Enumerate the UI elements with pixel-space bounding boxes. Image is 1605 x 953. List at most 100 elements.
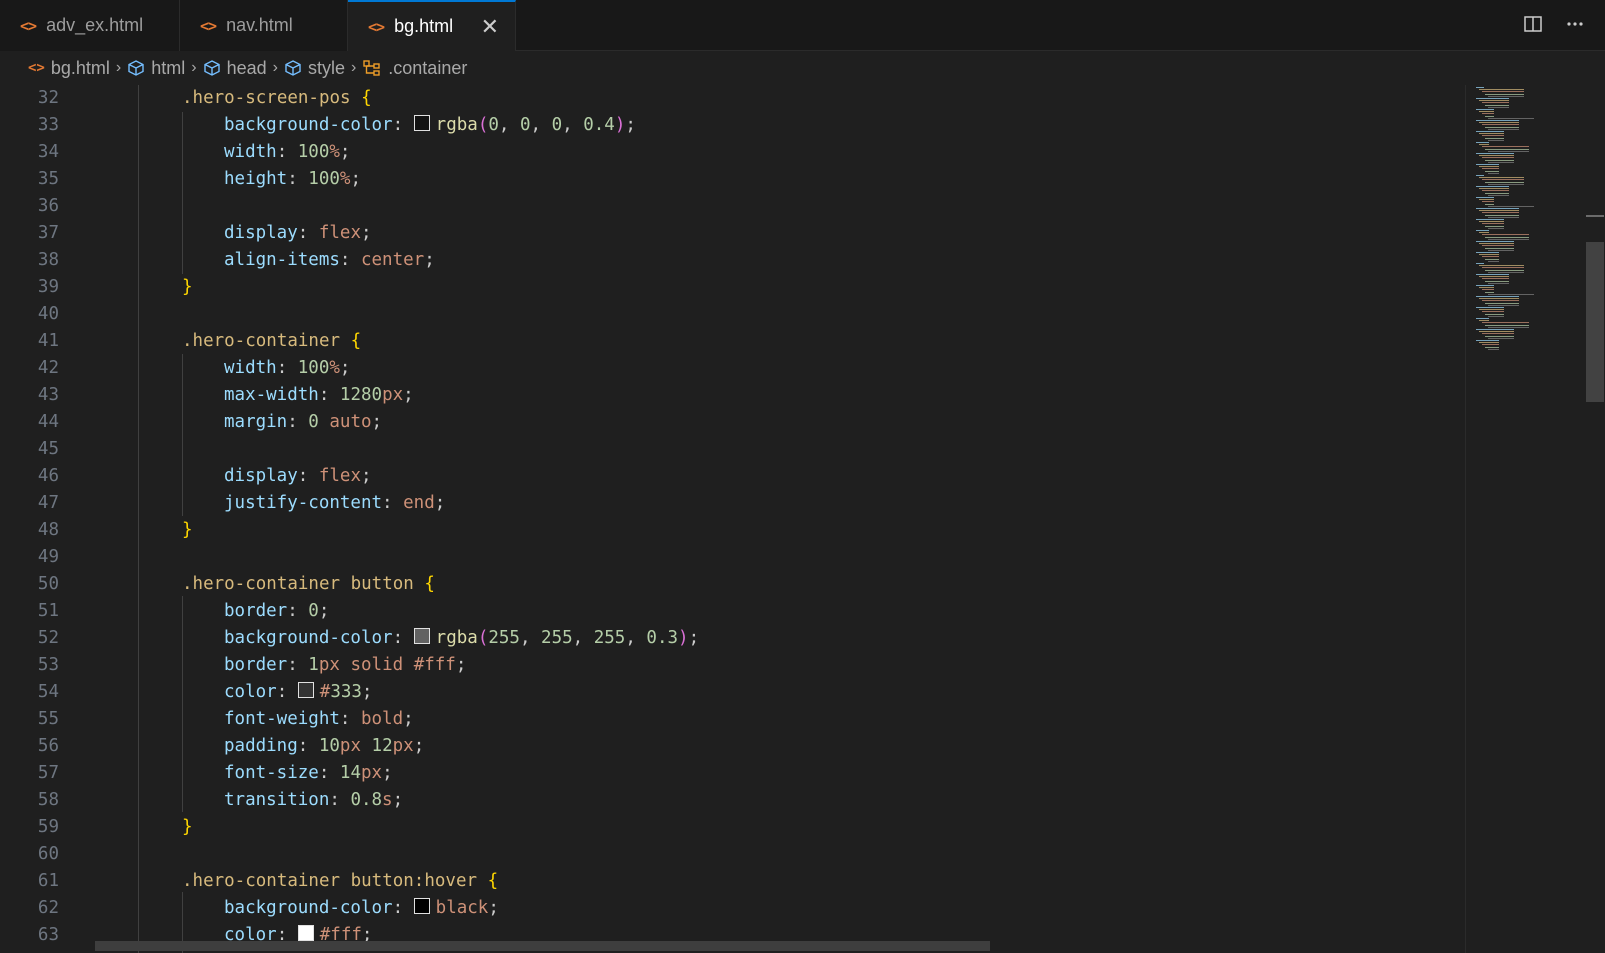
minimap-line — [1488, 249, 1514, 251]
minimap[interactable] — [1465, 85, 1585, 953]
minimap-line — [1482, 201, 1494, 203]
breadcrumb-item-html[interactable]: html — [127, 58, 185, 79]
indent-guide — [182, 354, 183, 516]
minimap-line — [1485, 203, 1494, 205]
minimap-line — [1488, 117, 1534, 119]
breadcrumb-label: html — [151, 57, 186, 78]
breadcrumb-item-container[interactable]: .container — [362, 58, 467, 79]
color-swatch[interactable] — [297, 682, 314, 698]
minimap-line — [1485, 148, 1529, 150]
minimap-line — [1485, 225, 1504, 227]
minimap-line — [1482, 135, 1504, 137]
minimap-line — [1476, 164, 1499, 165]
minimap-line — [1479, 221, 1504, 223]
code-line[interactable]: } — [182, 814, 193, 841]
breadcrumb-item-file[interactable]: <> bg.html — [28, 58, 110, 79]
minimap-line — [1482, 157, 1514, 159]
minimap-line — [1488, 95, 1524, 97]
minimap-line — [1488, 315, 1504, 317]
close-icon[interactable]: ✕ — [481, 14, 499, 40]
minimap-line — [1476, 252, 1499, 253]
code-line[interactable]: background-color: rgba(255, 255, 255, 0.… — [224, 625, 699, 652]
code-line[interactable]: .hero-screen-pos { — [182, 85, 372, 112]
minimap-line — [1479, 287, 1494, 289]
tab-label: nav.html — [226, 15, 293, 35]
html-file-icon: <> — [20, 16, 37, 35]
color-swatch[interactable] — [413, 628, 430, 644]
code-line[interactable]: transition: 0.8s; — [224, 787, 403, 814]
code-line[interactable]: align-items: center; — [224, 247, 435, 274]
minimap-line — [1488, 337, 1514, 339]
minimap-line — [1488, 227, 1504, 229]
minimap-line — [1476, 131, 1504, 132]
code-line[interactable]: width: 100%; — [224, 355, 350, 382]
code-line[interactable]: font-weight: bold; — [224, 706, 414, 733]
code-line[interactable]: padding: 10px 12px; — [224, 733, 424, 760]
indent-guide — [138, 85, 139, 953]
symbol-element-icon — [203, 59, 221, 77]
vertical-scrollbar-thumb[interactable] — [1586, 242, 1604, 402]
color-swatch[interactable] — [413, 115, 430, 131]
minimap-line — [1476, 109, 1494, 110]
tab-bg[interactable]: <> bg.html ✕ — [348, 0, 516, 51]
horizontal-scrollbar-thumb[interactable] — [95, 941, 990, 951]
tab-adv-ex[interactable]: <> adv_ex.html — [0, 0, 180, 51]
color-swatch[interactable] — [413, 898, 430, 914]
minimap-line — [1479, 309, 1504, 311]
minimap-line — [1485, 302, 1519, 304]
line-number: 46 — [37, 466, 59, 486]
minimap-line — [1482, 146, 1529, 148]
chevron-right-icon: › — [350, 59, 357, 76]
minimap-line — [1488, 293, 1534, 295]
split-editor-icon[interactable] — [1521, 12, 1545, 36]
code-line[interactable]: background-color: rgba(0, 0, 0, 0.4); — [224, 112, 636, 139]
minimap-line — [1479, 232, 1489, 234]
minimap-line — [1476, 219, 1504, 220]
code-line[interactable]: display: flex; — [224, 463, 372, 490]
minimap-line — [1485, 291, 1494, 293]
minimap-line — [1479, 265, 1524, 267]
code-editor[interactable]: 32 33 34 35 36 37 38 39 40 41 42 43 44 45 46 47 48 49 50 51… — [0, 85, 1605, 953]
minimap-line — [1488, 150, 1529, 152]
code-line[interactable]: .hero-container { — [182, 328, 361, 355]
code-line[interactable]: margin: 0 auto; — [224, 409, 382, 436]
code-area[interactable]: .hero-screen-pos {background-color: rgba… — [95, 85, 1465, 953]
tab-label: bg.html — [394, 16, 454, 36]
minimap-line — [1476, 87, 1484, 88]
minimap-line — [1479, 133, 1504, 135]
code-line[interactable]: font-size: 14px; — [224, 760, 393, 787]
code-line[interactable]: display: flex; — [224, 220, 372, 247]
code-line[interactable]: justify-content: end; — [224, 490, 445, 517]
code-line[interactable]: max-width: 1280px; — [224, 382, 414, 409]
minimap-line — [1485, 269, 1524, 271]
minimap-line — [1476, 186, 1509, 187]
tab-nav[interactable]: <> nav.html — [180, 0, 348, 51]
code-line[interactable]: .hero-container button { — [182, 571, 435, 598]
breadcrumb-label: .container — [388, 57, 468, 78]
code-line[interactable]: } — [182, 274, 193, 301]
code-line[interactable]: .hero-container button:hover { — [182, 868, 498, 895]
more-actions-icon[interactable] — [1563, 12, 1587, 36]
code-line[interactable]: color: #333; — [224, 679, 372, 706]
code-line[interactable]: border: 0; — [224, 598, 329, 625]
code-line[interactable]: background-color: black; — [224, 895, 499, 922]
code-line[interactable]: width: 100%; — [224, 139, 350, 166]
line-number: 45 — [37, 439, 59, 459]
chevron-right-icon: › — [191, 59, 197, 76]
line-number: 51 — [37, 601, 59, 621]
minimap-line — [1482, 300, 1519, 302]
breadcrumb-item-head[interactable]: head — [203, 58, 267, 79]
code-line[interactable]: } — [182, 517, 193, 544]
code-line[interactable]: height: 100%; — [224, 166, 361, 193]
breadcrumb-label: style — [307, 57, 345, 78]
line-number: 50 — [37, 574, 59, 594]
line-number: 37 — [37, 223, 59, 243]
indent-guide — [182, 112, 183, 274]
breadcrumb-item-style[interactable]: style — [284, 58, 345, 79]
minimap-line — [1482, 333, 1514, 335]
code-line[interactable]: border: 1px solid #fff; — [224, 652, 466, 679]
color-swatch[interactable] — [297, 925, 314, 941]
minimap-line — [1476, 329, 1514, 330]
line-number: 36 — [37, 196, 59, 216]
line-number: 55 — [37, 709, 59, 729]
